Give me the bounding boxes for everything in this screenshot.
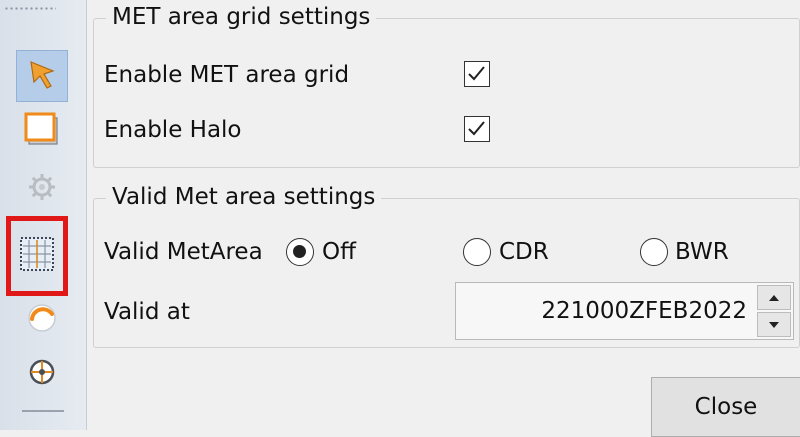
met-area-grid-title: MET area grid settings	[106, 1, 377, 33]
arrow-up-icon	[769, 294, 779, 301]
rectangle-tool-button[interactable]	[16, 105, 68, 157]
valid-at-label: Valid at	[104, 299, 190, 325]
radio-cdr[interactable]	[463, 238, 491, 266]
vertical-toolbar	[0, 0, 87, 430]
checkmark-icon	[468, 121, 485, 136]
gear-icon	[27, 172, 57, 206]
valid-metarea-label: Valid MetArea	[104, 239, 263, 265]
select-tool-button[interactable]	[16, 50, 68, 102]
settings-tool-button[interactable]	[16, 163, 68, 215]
radio-off[interactable]	[286, 238, 314, 266]
spin-up-button[interactable]	[757, 285, 791, 310]
arc-icon	[25, 300, 59, 338]
pointer-arrow-icon	[25, 57, 59, 95]
radio-cdr-label[interactable]: CDR	[499, 236, 549, 268]
crosshair-icon	[25, 355, 59, 393]
enable-met-grid-label: Enable MET area grid	[104, 62, 350, 88]
enable-met-grid-checkbox[interactable]	[464, 61, 490, 87]
valid-at-value[interactable]: 221000ZFEB2022	[541, 295, 747, 327]
radio-bwr[interactable]	[640, 238, 668, 266]
radio-selected-dot	[293, 245, 306, 258]
radio-bwr-label[interactable]: BWR	[675, 236, 729, 268]
enable-halo-label: Enable Halo	[104, 117, 242, 143]
toolbar-grip[interactable]	[4, 6, 56, 12]
enable-halo-checkbox[interactable]	[464, 116, 490, 142]
crosshair-tool-button[interactable]	[16, 348, 68, 400]
spin-down-button[interactable]	[757, 312, 791, 337]
valid-at-spinbox[interactable]: 221000ZFEB2022	[455, 282, 794, 340]
arc-tool-button[interactable]	[16, 293, 68, 345]
radio-off-label[interactable]: Off	[322, 236, 356, 268]
checkmark-icon	[468, 66, 485, 81]
arrow-down-icon	[769, 321, 779, 328]
grid-icon	[18, 235, 56, 277]
rectangle-icon	[23, 110, 61, 152]
toolbar-separator	[22, 410, 64, 412]
grid-tool-button[interactable]	[6, 216, 68, 296]
valid-met-area-title: Valid Met area settings	[106, 181, 382, 213]
close-button[interactable]: Close	[651, 377, 800, 437]
